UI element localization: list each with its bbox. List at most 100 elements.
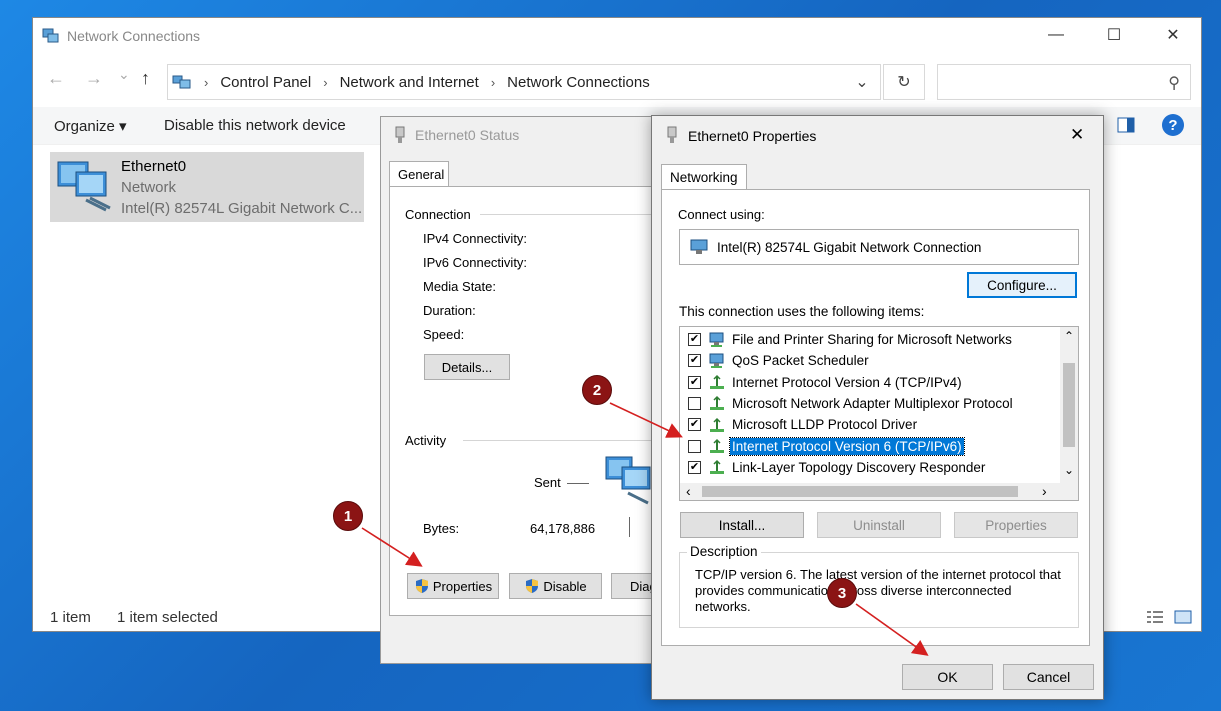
search-input[interactable]: ⚲ <box>937 64 1191 100</box>
divider <box>480 214 674 215</box>
connection-group-label: Connection <box>405 207 471 222</box>
maximize-button[interactable]: ☐ <box>1091 25 1137 45</box>
list-item-label: QoS Packet Scheduler <box>732 353 869 369</box>
close-button[interactable]: ✕ <box>1150 25 1196 45</box>
sent-line <box>567 483 589 484</box>
tab-networking[interactable]: Networking <box>661 164 747 190</box>
list-item[interactable]: ✔ File and Printer Sharing for Microsoft … <box>680 329 1052 350</box>
scroll-right-icon[interactable]: › <box>1042 483 1047 499</box>
properties-dialog-title: Ethernet0 Properties <box>688 128 817 144</box>
divider <box>463 440 674 441</box>
network-adapter-icon <box>690 239 708 254</box>
bytes-label: Bytes: <box>423 521 460 536</box>
ethernet-adapter-icon <box>57 161 111 212</box>
breadcrumb-network-connections[interactable]: Network Connections <box>507 74 650 91</box>
item-count: 1 item <box>50 609 91 626</box>
up-arrow-icon[interactable]: ↑ <box>141 68 150 89</box>
speed-label: Speed: <box>423 327 465 342</box>
preview-pane-icon[interactable] <box>1117 117 1135 133</box>
breadcrumb-network-and-internet[interactable]: Network and Internet <box>340 74 479 91</box>
checked-checkbox[interactable]: ✔ <box>688 418 701 432</box>
help-icon[interactable]: ? <box>1162 114 1184 136</box>
breadcrumb-separator: › <box>204 74 209 90</box>
item-properties-button[interactable]: Properties <box>954 512 1078 538</box>
breadcrumb-control-panel[interactable]: Control Panel <box>220 74 311 91</box>
control-panel-icon <box>172 75 191 89</box>
protocol-icon <box>710 375 724 390</box>
list-item[interactable]: Internet Protocol Version 6 (TCP/IPv6) <box>680 436 1052 457</box>
list-item-label: Microsoft Network Adapter Multiplexor Pr… <box>732 395 1013 411</box>
ethernet-status-dialog: Ethernet0 Status General Connection IPv4… <box>380 116 674 664</box>
annotation-badge-3: 3 <box>827 578 857 608</box>
connect-using-label: Connect using: <box>678 207 765 222</box>
address-row: ← → ⌄ ↑ › Control Panel › Network and In… <box>33 62 1201 100</box>
tab-general[interactable]: General <box>389 161 449 187</box>
uac-shield-icon <box>415 579 428 593</box>
vertical-scrollbar[interactable]: ⌃ ⌄ <box>1060 327 1078 483</box>
ok-button[interactable]: OK <box>902 664 993 690</box>
properties-button-label: Properties <box>432 578 493 594</box>
disable-button[interactable]: Disable <box>509 573 602 599</box>
duration-label: Duration: <box>423 303 476 318</box>
horizontal-scrollbar[interactable]: ‹ › <box>680 483 1078 500</box>
checked-checkbox[interactable]: ✔ <box>688 460 701 474</box>
protocol-icon <box>710 396 724 411</box>
checked-checkbox[interactable]: ✔ <box>688 333 701 346</box>
list-item[interactable]: ✔ Microsoft LLDP Protocol Driver <box>680 414 1052 435</box>
install-button[interactable]: Install... <box>680 512 804 538</box>
selection-count: 1 item selected <box>117 609 218 626</box>
unchecked-checkbox[interactable] <box>688 439 701 453</box>
breadcrumb-separator: › <box>490 74 496 90</box>
scroll-thumb[interactable] <box>1063 363 1075 447</box>
adapter-ethernet0[interactable]: Ethernet0 Network Intel(R) 82574L Gigabi… <box>50 152 364 222</box>
networking-panel: Connect using: Intel(R) 82574L Gigabit N… <box>661 189 1090 646</box>
list-item[interactable]: ✔ Internet Protocol Version 4 (TCP/IPv4) <box>680 372 1052 393</box>
large-icons-view-icon[interactable] <box>1174 610 1192 624</box>
recent-locations-icon[interactable]: ⌄ <box>118 66 130 83</box>
details-button[interactable]: Details... <box>424 354 510 380</box>
forward-arrow-icon[interactable]: → <box>85 68 103 89</box>
uninstall-button[interactable]: Uninstall <box>817 512 941 538</box>
refresh-icon[interactable]: ↻ <box>883 64 925 100</box>
back-arrow-icon[interactable]: ← <box>47 68 65 89</box>
adapter-name: Intel(R) 82574L Gigabit Network Connecti… <box>717 239 982 255</box>
address-dropdown-icon[interactable]: ⌄ <box>843 64 881 100</box>
address-bar[interactable]: › Control Panel › Network and Internet ›… <box>167 64 881 100</box>
protocol-icon <box>710 438 724 453</box>
status-dialog-title: Ethernet0 Status <box>415 127 520 143</box>
checked-checkbox[interactable]: ✔ <box>688 354 701 368</box>
window-title: Network Connections <box>67 28 201 44</box>
items-listbox[interactable]: ✔ File and Printer Sharing for Microsoft … <box>679 326 1079 501</box>
adapter-name: Ethernet0 <box>121 158 187 175</box>
list-item-label: Link-Layer Topology Discovery Responder <box>732 459 986 475</box>
scroll-left-icon[interactable]: ‹ <box>686 483 691 499</box>
cancel-button[interactable]: Cancel <box>1003 664 1094 690</box>
minimize-button[interactable]: — <box>1033 26 1079 44</box>
network-connections-icon <box>42 28 59 43</box>
close-button[interactable]: ✕ <box>1070 125 1084 145</box>
scroll-down-icon[interactable]: ⌄ <box>1064 463 1074 477</box>
list-item[interactable]: Microsoft Network Adapter Multiplexor Pr… <box>680 393 1052 414</box>
configure-button[interactable]: Configure... <box>967 272 1077 298</box>
sent-label: Sent <box>534 475 561 490</box>
disable-device-command[interactable]: Disable this network device <box>164 117 346 134</box>
list-item-label: Internet Protocol Version 6 (TCP/IPv6) <box>729 436 965 456</box>
scroll-up-icon[interactable]: ⌃ <box>1064 329 1074 343</box>
scroll-thumb[interactable] <box>702 486 1018 497</box>
details-view-icon[interactable] <box>1146 610 1164 624</box>
properties-button[interactable]: Properties <box>407 573 499 599</box>
items-label: This connection uses the following items… <box>679 304 925 319</box>
organize-menu[interactable]: Organize ▾ <box>54 117 127 135</box>
list-item[interactable]: ✔ Link-Layer Topology Discovery Responder <box>680 457 1052 478</box>
checked-checkbox[interactable]: ✔ <box>688 375 701 389</box>
list-item-label: Microsoft LLDP Protocol Driver <box>732 417 918 433</box>
media-state-label: Media State: <box>423 279 496 294</box>
unchecked-checkbox[interactable] <box>688 396 701 410</box>
adapter-device: Intel(R) 82574L Gigabit Network C... <box>121 200 363 217</box>
annotation-badge-1: 1 <box>333 501 363 531</box>
bytes-sent-value: 64,178,886 <box>530 521 596 536</box>
adapter-field: Intel(R) 82574L Gigabit Network Connecti… <box>679 229 1079 265</box>
search-icon: ⚲ <box>1168 75 1180 92</box>
list-item[interactable]: ✔ QoS Packet Scheduler <box>680 350 1052 371</box>
network-service-icon <box>709 353 724 368</box>
